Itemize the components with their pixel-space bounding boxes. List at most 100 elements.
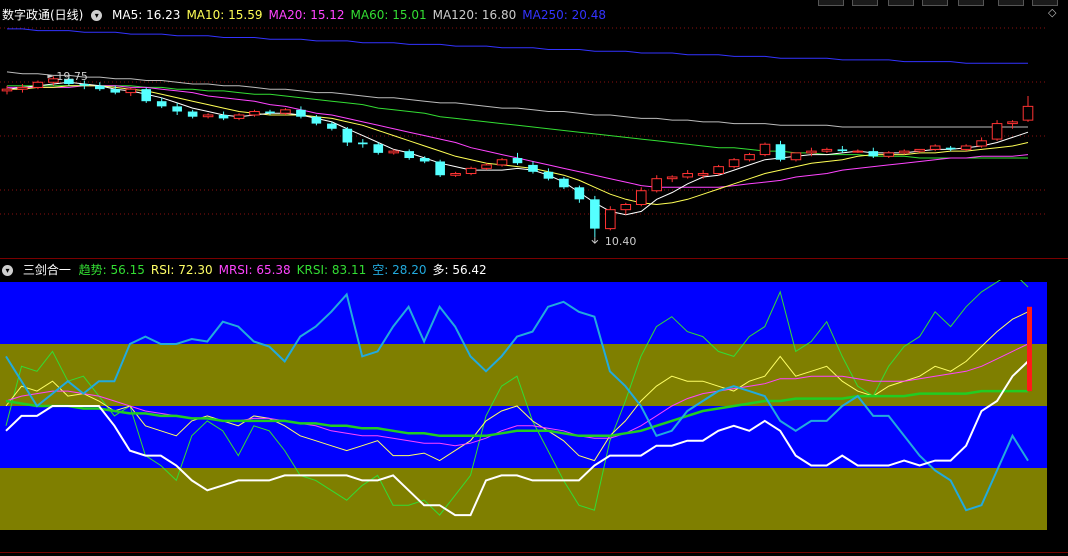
candle-body [496, 159, 508, 166]
candle-body [852, 150, 864, 153]
indicator-value-4: 空: 28.20 [372, 263, 427, 277]
candle [991, 120, 1003, 141]
candle-body [249, 111, 260, 116]
candle-body [342, 128, 353, 143]
candle-body [79, 83, 90, 86]
candle [775, 140, 786, 162]
candle-body [95, 85, 105, 90]
indicator-title: 三剑合一 [22, 263, 71, 277]
chevron-down-icon[interactable]: ▾ [2, 265, 13, 276]
candle-body [728, 159, 740, 168]
indicator-value-2: MRSI: 65.38 [218, 263, 291, 277]
candle-body [172, 106, 182, 112]
candle-body [559, 178, 569, 188]
candle [697, 170, 709, 179]
candle [125, 87, 137, 97]
indicator-legend: 趋势: 56.15 RSI: 72.30 MRSI: 65.38 KRSI: 83.1… [79, 263, 493, 277]
candle-body [141, 89, 152, 102]
candle-body [806, 150, 817, 154]
candle [358, 139, 368, 148]
candle-body [837, 149, 848, 152]
candle [233, 113, 245, 121]
candle [481, 163, 492, 171]
candle [728, 158, 740, 169]
candle [883, 151, 895, 159]
candle [435, 159, 445, 177]
panel-divider[interactable] [0, 258, 1068, 259]
candle-body [651, 178, 663, 192]
candle-body [590, 199, 600, 229]
candle [821, 147, 833, 153]
candle-body [790, 152, 802, 161]
candle-body [1022, 105, 1034, 121]
candle-body [682, 173, 693, 178]
candle-body [358, 142, 368, 145]
candle-body [574, 187, 585, 200]
candle [32, 80, 44, 90]
candle [682, 170, 693, 179]
candle-body [528, 164, 538, 172]
candle-body [543, 171, 554, 179]
indicator-value-3: KRSI: 83.11 [296, 263, 367, 277]
candle [95, 82, 105, 91]
candle-body [373, 144, 384, 153]
candle [713, 164, 724, 176]
candle [590, 195, 600, 238]
indicator-panel-header: ▾ 三剑合一 趋势: 56.15 RSI: 72.30 MRSI: 65.38 KRS… [2, 261, 499, 279]
candle-body [32, 81, 44, 88]
candle-body [481, 164, 492, 169]
ma60-line [7, 85, 1028, 159]
candle-body [1, 88, 13, 92]
candle-body [821, 148, 833, 152]
candlestick-chart[interactable]: 19.75 10.40 [0, 0, 1068, 252]
candle [744, 152, 755, 162]
candle [543, 168, 554, 181]
candle [574, 185, 585, 203]
candle-body [929, 145, 941, 150]
candle-body [914, 148, 926, 152]
candle [373, 142, 384, 155]
low-price-label: 10.40 [605, 235, 637, 248]
candle [651, 175, 663, 193]
candle-body [620, 204, 632, 211]
indicator-chart[interactable] [0, 280, 1068, 556]
candle-body [976, 140, 987, 147]
candle-body [868, 151, 879, 157]
high-price-label: 19.75 [56, 70, 87, 83]
candle [465, 166, 477, 176]
candle [976, 137, 987, 148]
candle-body [713, 166, 724, 175]
candle-body [945, 147, 956, 150]
ma120-line [6, 71, 1028, 128]
low-marker-arrow [591, 237, 599, 244]
candle-body [156, 101, 167, 107]
candle [172, 102, 182, 115]
candle-body [327, 123, 337, 129]
candle [759, 142, 771, 157]
candle-body [202, 114, 214, 118]
candle-body [635, 190, 647, 206]
candle-body [1007, 121, 1018, 125]
candle [852, 149, 864, 153]
candle [404, 149, 415, 160]
candle-body [265, 111, 275, 114]
candle-body [404, 151, 415, 159]
signal-bar [1027, 306, 1032, 392]
candle [837, 145, 848, 153]
candle [1022, 96, 1034, 122]
candle [790, 152, 802, 162]
candle [141, 87, 152, 103]
candle [559, 176, 569, 190]
indicator-value-5: 多: 56.42 [432, 263, 487, 277]
candle-body [435, 161, 445, 176]
candle-body [388, 150, 400, 154]
bottom-border [0, 552, 1068, 553]
candle [187, 109, 198, 119]
candle-body [218, 114, 229, 119]
candle [218, 111, 229, 121]
candle-body [605, 209, 616, 230]
candle [666, 175, 678, 183]
candle [620, 202, 632, 215]
candle-body [280, 109, 291, 114]
candle-body [991, 123, 1003, 140]
